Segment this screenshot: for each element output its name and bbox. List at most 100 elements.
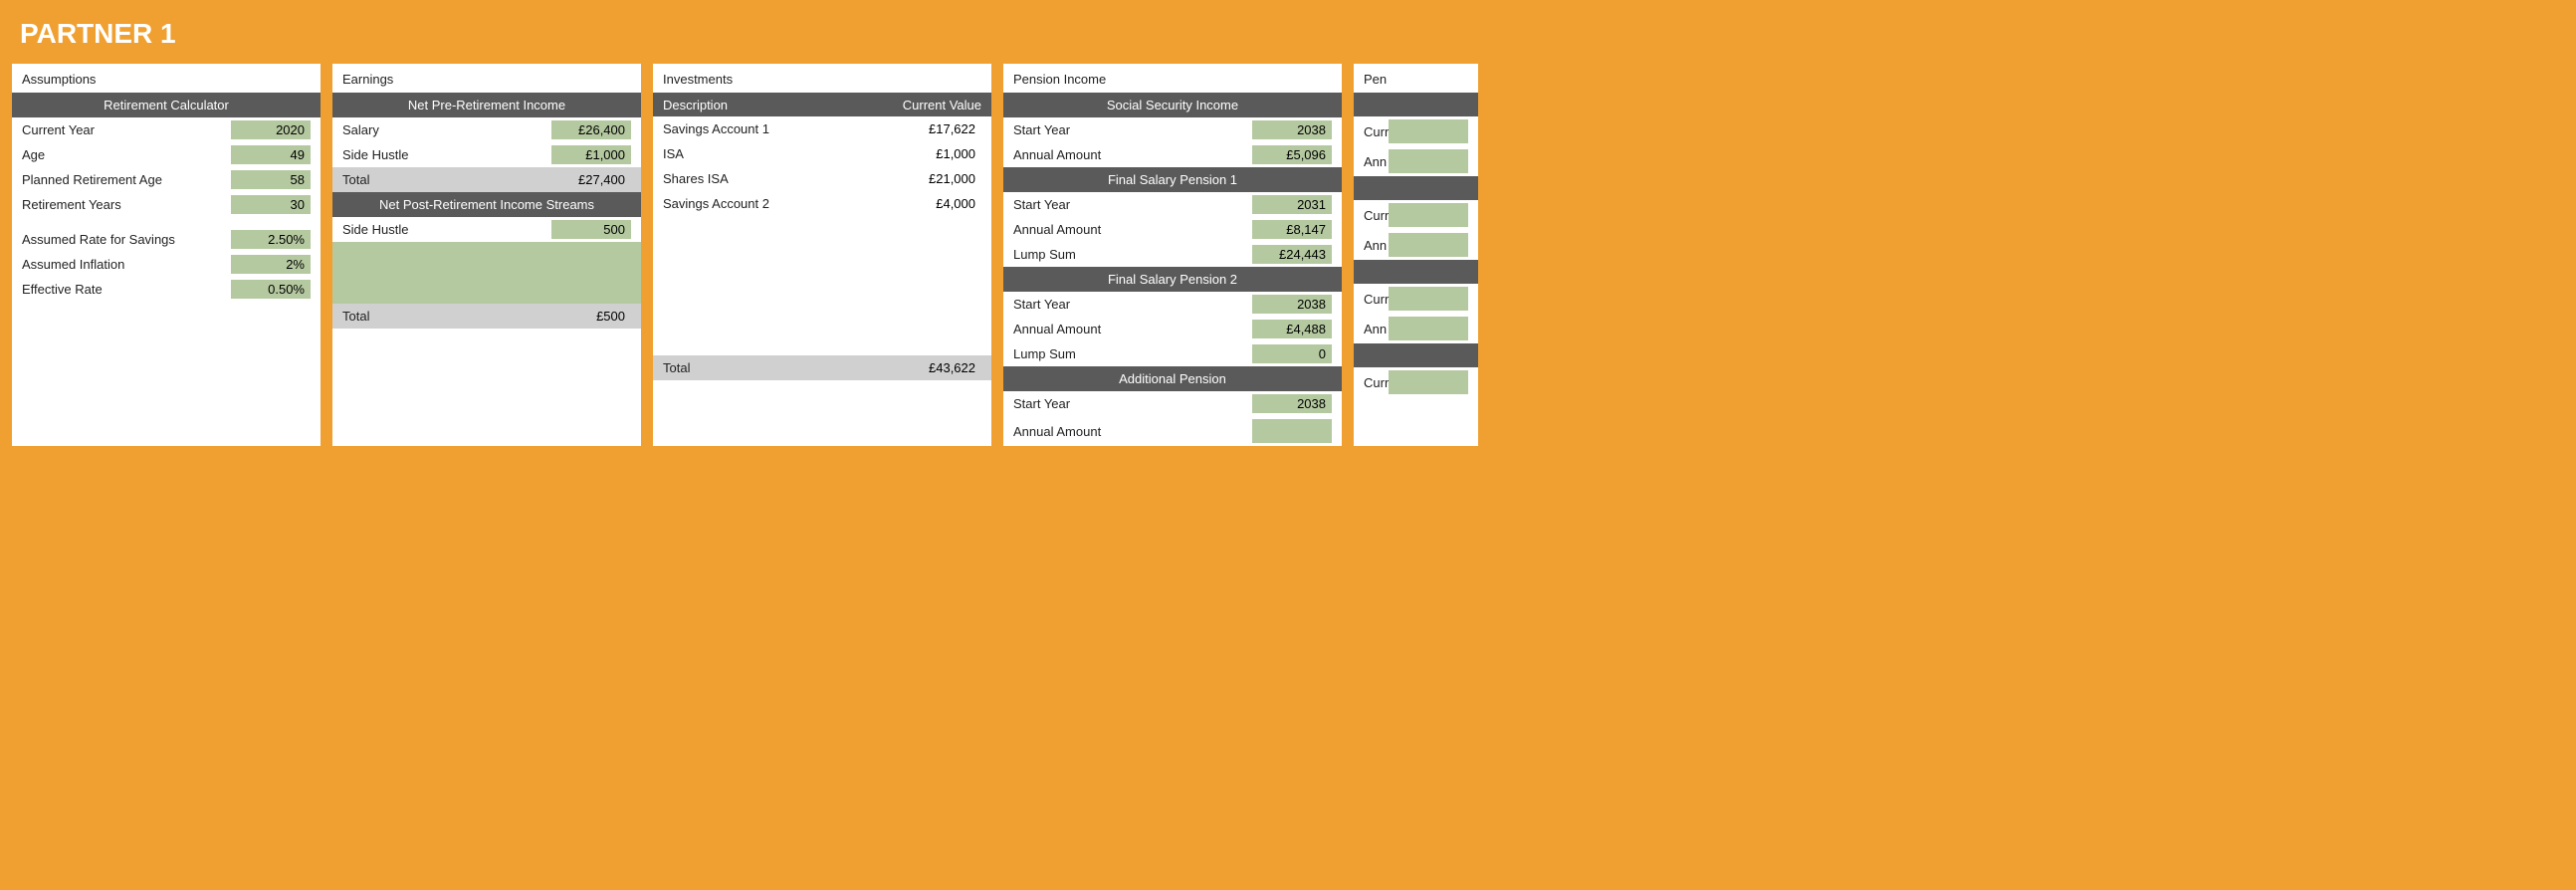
current-year-label: Current Year [22,122,231,137]
effective-rate-label: Effective Rate [22,282,231,297]
isa-value: £1,000 [892,144,981,163]
final-salary-2-header: Final Salary Pension 2 [1003,267,1342,292]
inflation-value: 2% [231,255,311,274]
pre-retirement-header: Net Pre-Retirement Income [332,93,641,117]
fs1-lump-sum-value: £24,443 [1252,245,1332,264]
table-row: Curr [1354,200,1478,230]
partial-ann-2: Ann [1364,238,1389,253]
fs2-start-year-value: 2038 [1252,295,1332,314]
savings-rate-value: 2.50% [231,230,311,249]
pre-total-value: £27,400 [551,170,631,189]
planned-retirement-age-label: Planned Retirement Age [22,172,231,187]
table-row: Side Hustle 500 [332,217,641,242]
investments-header-row: Description Current Value [653,93,991,116]
table-row: Salary £26,400 [332,117,641,142]
table-row: Assumed Rate for Savings 2.50% [12,227,321,252]
table-row: Savings Account 1 £17,622 [653,116,991,141]
assumptions-card: Assumptions Retirement Calculator Curren… [12,64,321,446]
post-retirement-header: Net Post-Retirement Income Streams [332,192,641,217]
partial-ann-val-2 [1389,233,1468,257]
salary-value: £26,400 [551,120,631,139]
inflation-label: Assumed Inflation [22,257,231,272]
table-row: Start Year 2031 [1003,192,1342,217]
partial-ann-1: Ann [1364,154,1389,169]
fs1-start-year-label: Start Year [1013,197,1252,212]
pre-total-label: Total [342,172,551,187]
partial-val-3 [1389,287,1468,311]
fs1-annual-amount-value: £8,147 [1252,220,1332,239]
table-row: Lump Sum £24,443 [1003,242,1342,267]
table-row: Annual Amount [1003,416,1342,446]
additional-pension-header: Additional Pension [1003,366,1342,391]
retirement-years-value: 30 [231,195,311,214]
assumptions-section-header: Retirement Calculator [12,93,321,117]
table-row: Annual Amount £8,147 [1003,217,1342,242]
table-row: Curr [1354,284,1478,314]
fs2-annual-amount-label: Annual Amount [1013,322,1252,336]
post-total-value: £500 [551,307,631,326]
ss-annual-amount-label: Annual Amount [1013,147,1252,162]
table-row: Age 49 [12,142,321,167]
post-total-label: Total [342,309,551,324]
age-label: Age [22,147,231,162]
table-row: Assumed Inflation 2% [12,252,321,277]
table-row: Side Hustle £1,000 [332,142,641,167]
partial-curr-1: Curr [1364,124,1389,139]
side-hustle-pre-label: Side Hustle [342,147,551,162]
partial-curr-2: Curr [1364,208,1389,223]
retirement-years-label: Retirement Years [22,197,231,212]
current-value-col-header: Current Value [892,98,981,112]
table-row: Lump Sum 0 [1003,341,1342,366]
table-row: Ann [1354,230,1478,260]
fs2-annual-amount-value: £4,488 [1252,320,1332,338]
table-row: Ann [1354,314,1478,343]
salary-label: Salary [342,122,551,137]
shares-isa-label: Shares ISA [663,171,892,186]
ss-annual-amount-value: £5,096 [1252,145,1332,164]
fs2-lump-sum-label: Lump Sum [1013,346,1252,361]
partial-val-1 [1389,119,1468,143]
fs1-lump-sum-label: Lump Sum [1013,247,1252,262]
table-row: Savings Account 2 £4,000 [653,191,991,216]
partial-curr-3: Curr [1364,292,1389,307]
fs2-start-year-label: Start Year [1013,297,1252,312]
investments-total-label: Total [663,360,902,375]
side-hustle-post-value: 500 [551,220,631,239]
header: PARTNER 1 [0,0,2576,64]
partial-val-4 [1389,370,1468,394]
investments-title: Investments [653,64,991,93]
savings-account-1-value: £17,622 [892,119,981,138]
table-row: ISA £1,000 [653,141,991,166]
ap-annual-amount-value [1252,419,1332,443]
partial-card-title: Pen [1354,64,1478,93]
partial-ann-val-1 [1389,149,1468,173]
pension-income-title: Pension Income [1003,64,1342,93]
pre-total-row: Total £27,400 [332,167,641,192]
earnings-title: Earnings [332,64,641,93]
social-security-header: Social Security Income [1003,93,1342,117]
ap-start-year-label: Start Year [1013,396,1252,411]
partial-curr-4: Curr [1364,375,1389,390]
partial-val-2 [1389,203,1468,227]
isa-label: ISA [663,146,892,161]
table-row: Start Year 2038 [1003,391,1342,416]
table-row: Start Year 2038 [1003,292,1342,317]
pension-income-card: Pension Income Social Security Income St… [1003,64,1342,446]
ss-start-year-value: 2038 [1252,120,1332,139]
planned-retirement-age-value: 58 [231,170,311,189]
earnings-card: Earnings Net Pre-Retirement Income Salar… [332,64,641,446]
effective-rate-value: 0.50% [231,280,311,299]
ss-start-year-label: Start Year [1013,122,1252,137]
table-row: Shares ISA £21,000 [653,166,991,191]
ap-start-year-value: 2038 [1252,394,1332,413]
table-row: Ann [1354,146,1478,176]
fs1-start-year-value: 2031 [1252,195,1332,214]
savings-account-2-value: £4,000 [892,194,981,213]
final-salary-1-header: Final Salary Pension 1 [1003,167,1342,192]
ap-annual-amount-label: Annual Amount [1013,424,1252,439]
partial-ann-3: Ann [1364,322,1389,336]
savings-account-2-label: Savings Account 2 [663,196,892,211]
age-value: 49 [231,145,311,164]
table-row: Start Year 2038 [1003,117,1342,142]
current-year-value: 2020 [231,120,311,139]
